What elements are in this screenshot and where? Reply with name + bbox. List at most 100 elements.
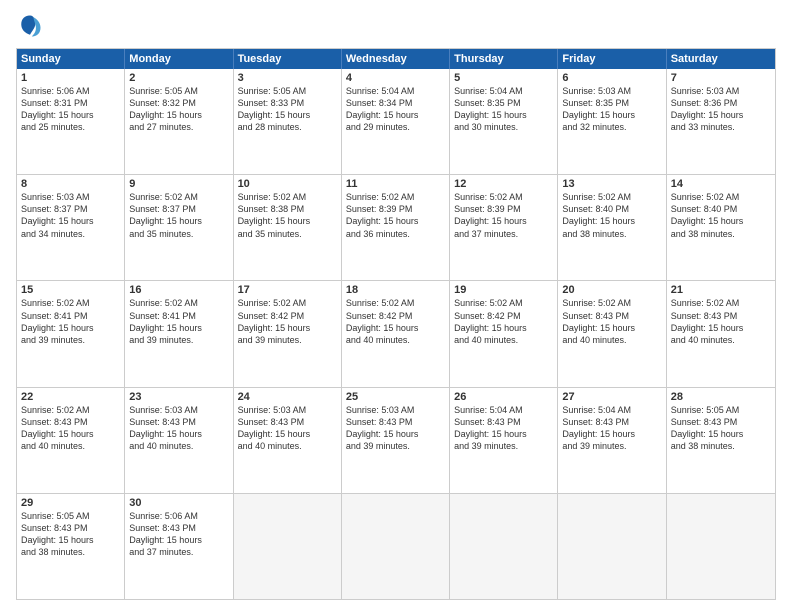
cell-line: Daylight: 15 hours bbox=[129, 534, 228, 546]
page: SundayMondayTuesdayWednesdayThursdayFrid… bbox=[0, 0, 792, 612]
cell-line: and 28 minutes. bbox=[238, 121, 337, 133]
empty-cell bbox=[558, 494, 666, 599]
day-number: 25 bbox=[346, 391, 445, 403]
cell-line: Sunrise: 5:02 AM bbox=[454, 297, 553, 309]
day-number: 16 bbox=[129, 284, 228, 296]
cell-line: Sunset: 8:43 PM bbox=[671, 416, 771, 428]
header bbox=[16, 12, 776, 40]
cell-line: Daylight: 15 hours bbox=[562, 109, 661, 121]
day-number: 15 bbox=[21, 284, 120, 296]
cell-line: Sunset: 8:42 PM bbox=[238, 310, 337, 322]
cell-line: and 34 minutes. bbox=[21, 228, 120, 240]
cell-line: Sunset: 8:41 PM bbox=[21, 310, 120, 322]
cell-line: Sunset: 8:35 PM bbox=[562, 97, 661, 109]
cell-line: and 39 minutes. bbox=[454, 440, 553, 452]
cell-line: Sunrise: 5:02 AM bbox=[454, 191, 553, 203]
day-cell-14: 14Sunrise: 5:02 AMSunset: 8:40 PMDayligh… bbox=[667, 175, 775, 280]
empty-cell bbox=[234, 494, 342, 599]
calendar-body: 1Sunrise: 5:06 AMSunset: 8:31 PMDaylight… bbox=[17, 69, 775, 599]
day-number: 8 bbox=[21, 178, 120, 190]
cell-line: Sunrise: 5:03 AM bbox=[238, 404, 337, 416]
day-cell-25: 25Sunrise: 5:03 AMSunset: 8:43 PMDayligh… bbox=[342, 388, 450, 493]
cell-line: Sunrise: 5:05 AM bbox=[129, 85, 228, 97]
day-cell-27: 27Sunrise: 5:04 AMSunset: 8:43 PMDayligh… bbox=[558, 388, 666, 493]
cell-line: Sunrise: 5:02 AM bbox=[129, 191, 228, 203]
cell-line: Sunset: 8:43 PM bbox=[238, 416, 337, 428]
cell-line: Sunrise: 5:04 AM bbox=[454, 404, 553, 416]
cell-line: Sunrise: 5:02 AM bbox=[21, 404, 120, 416]
cell-line: Sunset: 8:43 PM bbox=[454, 416, 553, 428]
cell-line: Sunset: 8:43 PM bbox=[671, 310, 771, 322]
day-number: 10 bbox=[238, 178, 337, 190]
cell-line: Sunrise: 5:06 AM bbox=[21, 85, 120, 97]
day-cell-23: 23Sunrise: 5:03 AMSunset: 8:43 PMDayligh… bbox=[125, 388, 233, 493]
day-cell-12: 12Sunrise: 5:02 AMSunset: 8:39 PMDayligh… bbox=[450, 175, 558, 280]
day-number: 19 bbox=[454, 284, 553, 296]
cell-line: Sunset: 8:33 PM bbox=[238, 97, 337, 109]
day-number: 23 bbox=[129, 391, 228, 403]
cell-line: Daylight: 15 hours bbox=[21, 534, 120, 546]
calendar-header: SundayMondayTuesdayWednesdayThursdayFrid… bbox=[17, 49, 775, 69]
cell-line: Sunset: 8:43 PM bbox=[129, 522, 228, 534]
day-number: 1 bbox=[21, 72, 120, 84]
cell-line: and 32 minutes. bbox=[562, 121, 661, 133]
cell-line: Daylight: 15 hours bbox=[671, 215, 771, 227]
day-cell-18: 18Sunrise: 5:02 AMSunset: 8:42 PMDayligh… bbox=[342, 281, 450, 386]
cell-line: and 39 minutes. bbox=[21, 334, 120, 346]
day-cell-17: 17Sunrise: 5:02 AMSunset: 8:42 PMDayligh… bbox=[234, 281, 342, 386]
cell-line: Sunset: 8:39 PM bbox=[346, 203, 445, 215]
cell-line: Sunrise: 5:02 AM bbox=[129, 297, 228, 309]
header-day-sunday: Sunday bbox=[17, 49, 125, 69]
cell-line: and 40 minutes. bbox=[346, 334, 445, 346]
cell-line: Sunrise: 5:02 AM bbox=[671, 191, 771, 203]
header-day-thursday: Thursday bbox=[450, 49, 558, 69]
calendar: SundayMondayTuesdayWednesdayThursdayFrid… bbox=[16, 48, 776, 600]
cell-line: Daylight: 15 hours bbox=[562, 428, 661, 440]
cell-line: and 38 minutes. bbox=[671, 228, 771, 240]
cell-line: Daylight: 15 hours bbox=[238, 322, 337, 334]
logo bbox=[16, 12, 48, 40]
day-cell-28: 28Sunrise: 5:05 AMSunset: 8:43 PMDayligh… bbox=[667, 388, 775, 493]
cell-line: Sunrise: 5:02 AM bbox=[238, 297, 337, 309]
cell-line: Sunrise: 5:02 AM bbox=[346, 297, 445, 309]
cell-line: Sunrise: 5:03 AM bbox=[562, 85, 661, 97]
day-cell-7: 7Sunrise: 5:03 AMSunset: 8:36 PMDaylight… bbox=[667, 69, 775, 174]
cell-line: and 40 minutes. bbox=[454, 334, 553, 346]
day-cell-5: 5Sunrise: 5:04 AMSunset: 8:35 PMDaylight… bbox=[450, 69, 558, 174]
day-cell-9: 9Sunrise: 5:02 AMSunset: 8:37 PMDaylight… bbox=[125, 175, 233, 280]
header-day-saturday: Saturday bbox=[667, 49, 775, 69]
cell-line: and 33 minutes. bbox=[671, 121, 771, 133]
day-number: 7 bbox=[671, 72, 771, 84]
day-cell-16: 16Sunrise: 5:02 AMSunset: 8:41 PMDayligh… bbox=[125, 281, 233, 386]
cell-line: Sunset: 8:37 PM bbox=[129, 203, 228, 215]
cell-line: Sunset: 8:32 PM bbox=[129, 97, 228, 109]
calendar-row-0: 1Sunrise: 5:06 AMSunset: 8:31 PMDaylight… bbox=[17, 69, 775, 174]
cell-line: Sunrise: 5:02 AM bbox=[562, 191, 661, 203]
header-day-tuesday: Tuesday bbox=[234, 49, 342, 69]
calendar-row-3: 22Sunrise: 5:02 AMSunset: 8:43 PMDayligh… bbox=[17, 387, 775, 493]
day-number: 20 bbox=[562, 284, 661, 296]
cell-line: Daylight: 15 hours bbox=[346, 428, 445, 440]
day-number: 27 bbox=[562, 391, 661, 403]
day-cell-11: 11Sunrise: 5:02 AMSunset: 8:39 PMDayligh… bbox=[342, 175, 450, 280]
cell-line: Daylight: 15 hours bbox=[21, 215, 120, 227]
cell-line: Sunrise: 5:03 AM bbox=[346, 404, 445, 416]
cell-line: Daylight: 15 hours bbox=[238, 428, 337, 440]
cell-line: Daylight: 15 hours bbox=[454, 428, 553, 440]
cell-line: Daylight: 15 hours bbox=[346, 215, 445, 227]
cell-line: Sunrise: 5:05 AM bbox=[671, 404, 771, 416]
cell-line: and 38 minutes. bbox=[21, 546, 120, 558]
cell-line: Sunrise: 5:03 AM bbox=[671, 85, 771, 97]
cell-line: Daylight: 15 hours bbox=[454, 322, 553, 334]
cell-line: and 38 minutes. bbox=[671, 440, 771, 452]
day-number: 14 bbox=[671, 178, 771, 190]
cell-line: and 27 minutes. bbox=[129, 121, 228, 133]
cell-line: Daylight: 15 hours bbox=[562, 322, 661, 334]
day-number: 30 bbox=[129, 497, 228, 509]
day-cell-26: 26Sunrise: 5:04 AMSunset: 8:43 PMDayligh… bbox=[450, 388, 558, 493]
cell-line: Daylight: 15 hours bbox=[346, 109, 445, 121]
day-number: 22 bbox=[21, 391, 120, 403]
cell-line: Sunset: 8:37 PM bbox=[21, 203, 120, 215]
cell-line: and 40 minutes. bbox=[238, 440, 337, 452]
cell-line: Sunset: 8:35 PM bbox=[454, 97, 553, 109]
